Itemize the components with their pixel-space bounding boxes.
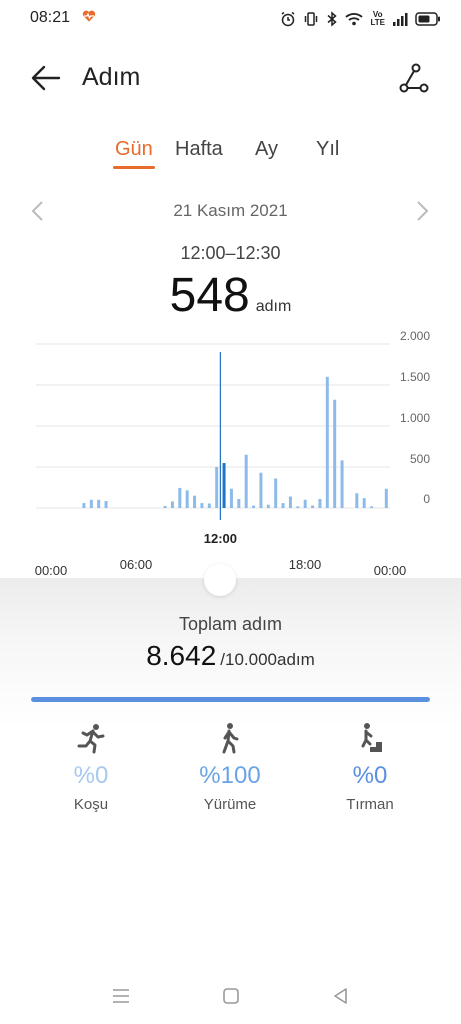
goal-progress-fill — [31, 697, 430, 702]
walking-label: Yürüme — [203, 796, 257, 813]
y-tick-label: 500 — [410, 452, 430, 466]
bar — [296, 506, 300, 508]
selected-time-label: 12:00 — [204, 531, 237, 546]
bar — [244, 454, 248, 508]
bar — [104, 501, 108, 508]
running-label: Koşu — [73, 796, 109, 813]
activity-running: %0 Koşu — [31, 722, 151, 813]
vibrate-icon — [305, 12, 318, 26]
bar — [370, 506, 374, 508]
total-steps: 8.642/10.000adım — [0, 640, 461, 672]
bar — [274, 478, 278, 508]
page-title: Adım — [82, 63, 141, 91]
tab-year[interactable]: Yıl — [316, 138, 339, 161]
bar — [215, 467, 219, 508]
status-time: 08:21 — [30, 9, 71, 26]
walking-percent: %100 — [199, 762, 261, 789]
bar — [281, 503, 285, 508]
y-tick-label: 0 — [423, 492, 430, 506]
bar — [303, 499, 307, 508]
alarm-icon — [282, 11, 295, 27]
status-bar: 08:21 Vo LTE — [0, 0, 461, 40]
bar — [318, 498, 322, 508]
bar — [207, 503, 211, 508]
selected-steps: 548 adım — [0, 268, 461, 323]
bar — [163, 505, 167, 508]
selected-time-range: 12:00–12:30 — [180, 243, 281, 263]
bar — [222, 463, 226, 508]
bar — [229, 488, 233, 508]
y-tick-label: 1.000 — [400, 411, 430, 425]
bar — [82, 503, 86, 508]
tab-day[interactable]: Gün — [115, 138, 153, 161]
bar — [325, 376, 329, 508]
bar — [193, 495, 197, 508]
bar — [252, 505, 256, 508]
next-day-chevron-icon[interactable] — [412, 200, 432, 222]
battery-icon — [415, 12, 440, 26]
tab-month[interactable]: Ay — [255, 138, 278, 161]
bar — [266, 504, 270, 508]
active-tab-indicator — [113, 166, 155, 169]
bar — [185, 490, 189, 508]
bar — [384, 488, 388, 508]
bar — [355, 493, 359, 508]
signal-icon — [393, 13, 408, 26]
timeline-scrubber-handle[interactable] — [204, 564, 236, 596]
selected-steps-value: 548 — [169, 269, 250, 322]
running-icon — [77, 724, 105, 754]
x-tick-label: 06:00 — [120, 557, 153, 572]
bar — [362, 498, 366, 508]
total-steps-label: Toplam adım — [178, 614, 283, 634]
back-triangle-icon[interactable] — [330, 985, 352, 1007]
climbing-label: Tırman — [346, 796, 394, 813]
x-tick-label: 00:00 — [374, 563, 407, 578]
steps-goal: /10.000adım — [220, 650, 315, 669]
date-label: 21 Kasım 2021 — [173, 201, 288, 220]
back-arrow-icon[interactable] — [28, 60, 64, 96]
menu-icon[interactable] — [110, 985, 132, 1007]
total-steps-value: 8.642 — [146, 640, 217, 671]
steps-bar-chart[interactable]: 2.000 1.500 1.000 500 0 12:00 00:00 06:00 18:00 0… — [0, 328, 461, 580]
running-percent: %0 — [73, 762, 109, 789]
bar — [340, 460, 344, 508]
route-share-icon[interactable] — [396, 60, 432, 96]
y-tick-label: 1.500 — [400, 370, 430, 384]
volte-indicator: Vo LTE — [370, 10, 385, 27]
activity-climbing: %0 Tırman — [310, 722, 430, 813]
x-tick-label: 18:00 — [289, 557, 322, 572]
walking-icon — [222, 723, 239, 754]
climbing-percent: %0 — [352, 762, 388, 789]
y-tick-label: 2.000 — [400, 329, 430, 343]
home-square-icon[interactable] — [220, 985, 242, 1007]
bar — [259, 472, 263, 508]
bar — [89, 499, 93, 508]
goal-progress-bar — [31, 697, 430, 702]
bar — [333, 399, 337, 508]
tab-week[interactable]: Hafta — [175, 138, 223, 161]
bar — [97, 499, 101, 508]
activity-walking: %100 Yürüme — [170, 722, 290, 813]
bar — [200, 503, 204, 508]
bar — [237, 498, 241, 508]
bar — [170, 501, 174, 508]
x-tick-label: 00:00 — [35, 563, 68, 578]
health-heart-icon — [82, 10, 96, 22]
bar — [311, 505, 315, 508]
bar — [288, 496, 292, 508]
climbing-icon — [358, 723, 382, 752]
selected-steps-unit: adım — [255, 298, 292, 315]
bluetooth-icon — [327, 11, 338, 27]
bar — [178, 487, 182, 508]
wifi-icon — [345, 13, 364, 26]
